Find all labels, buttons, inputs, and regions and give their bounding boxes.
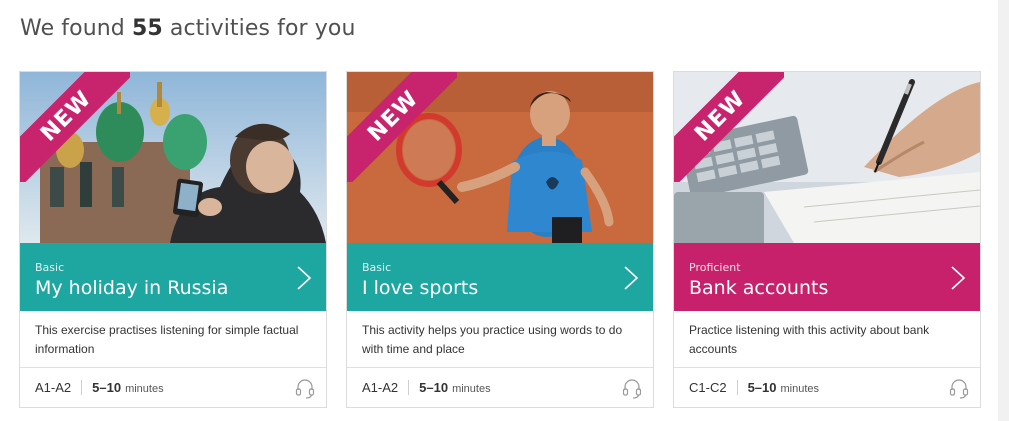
card-footer: C1-C2 5–10 minutes <box>674 367 980 407</box>
activity-card-love-sports[interactable]: NEW Basic I love sports This activity he… <box>346 71 654 408</box>
card-title[interactable]: Bank accounts <box>689 276 966 300</box>
card-description: Practice listening with this activity ab… <box>689 323 930 356</box>
new-ribbon: NEW <box>347 72 457 182</box>
new-ribbon-label: NEW <box>689 85 751 147</box>
chevron-right-icon[interactable] <box>296 265 312 291</box>
card-level: Basic <box>362 261 392 274</box>
card-title-band[interactable]: Proficient Bank accounts <box>674 243 980 311</box>
duration: 5–10 minutes <box>92 380 164 395</box>
results-heading: We found 55 activities for you <box>20 16 356 41</box>
card-description: This activity helps you practice using w… <box>362 323 623 356</box>
activity-list: NEW Basic My holiday in Russia This exer… <box>19 71 981 408</box>
card-title-band[interactable]: Basic I love sports <box>347 243 653 311</box>
card-level: Proficient <box>689 261 741 274</box>
activity-card-bank-accounts[interactable]: NEW Proficient Bank accounts Practice li… <box>673 71 981 408</box>
headphones-icon <box>949 379 969 399</box>
new-ribbon-label: NEW <box>35 85 97 147</box>
cefr-level: C1-C2 <box>689 380 727 395</box>
duration: 5–10 minutes <box>419 380 491 395</box>
new-ribbon-label: NEW <box>362 85 424 147</box>
card-title[interactable]: My holiday in Russia <box>35 276 312 300</box>
card-footer: A1-A2 5–10 minutes <box>20 367 326 407</box>
card-description: This exercise practises listening for si… <box>35 323 299 356</box>
activity-card-holiday-russia[interactable]: NEW Basic My holiday in Russia This exer… <box>19 71 327 408</box>
chevron-right-icon[interactable] <box>623 265 639 291</box>
divider <box>408 380 410 395</box>
card-footer: A1-A2 5–10 minutes <box>347 367 653 407</box>
scrollbar-track[interactable] <box>998 0 1009 421</box>
divider <box>736 380 738 395</box>
cefr-level: A1-A2 <box>362 380 399 395</box>
card-level: Basic <box>35 261 65 274</box>
new-ribbon: NEW <box>20 72 130 182</box>
card-thumbnail[interactable]: NEW <box>674 72 980 243</box>
headphones-icon <box>295 379 315 399</box>
card-thumbnail[interactable]: NEW <box>20 72 326 243</box>
new-ribbon: NEW <box>674 72 784 182</box>
results-count: 55 <box>131 16 163 41</box>
card-title[interactable]: I love sports <box>362 276 639 300</box>
divider <box>81 380 83 395</box>
chevron-right-icon[interactable] <box>950 265 966 291</box>
duration: 5–10 minutes <box>747 380 820 395</box>
headphones-icon <box>622 379 642 399</box>
cefr-level: A1-A2 <box>35 380 72 395</box>
card-thumbnail[interactable]: NEW <box>347 72 653 243</box>
card-title-band[interactable]: Basic My holiday in Russia <box>20 243 326 311</box>
